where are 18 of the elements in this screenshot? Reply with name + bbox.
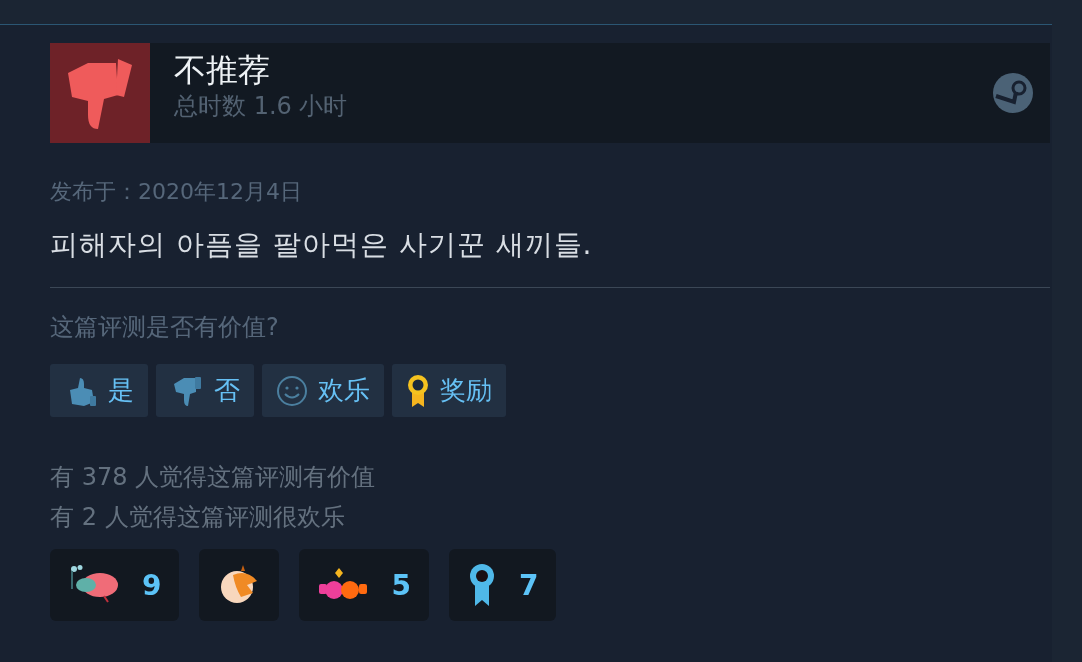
vote-count: 有 378 人觉得这篇评测有价值 — [50, 462, 377, 493]
post-date: 发布于：2020年12月4日 — [50, 178, 303, 206]
helpful-question: 这篇评测是否有价值? — [50, 312, 280, 343]
steam-icon — [992, 72, 1034, 114]
medal-icon — [406, 372, 430, 409]
award-button[interactable]: 奖励 — [392, 364, 506, 417]
award-count: 9 — [142, 568, 162, 602]
smiley-icon — [276, 374, 308, 407]
funny-button[interactable]: 欢乐 — [262, 364, 384, 417]
review-text: 피해자의 아픔을 팔아먹은 사기꾼 새끼들. — [50, 227, 594, 263]
review-verdict: 不推荐 — [174, 50, 271, 91]
award-count: 7 — [518, 568, 539, 602]
playtime: 总时数 1.6 小时 — [174, 91, 349, 121]
award-count: 5 — [391, 568, 411, 602]
snorkel-mask-icon — [68, 565, 120, 605]
no-button[interactable]: 否 — [156, 364, 254, 417]
yes-button[interactable]: 是 — [50, 364, 148, 417]
vote-count: 有 2 人觉得这篇评测很欢乐 — [50, 502, 346, 533]
